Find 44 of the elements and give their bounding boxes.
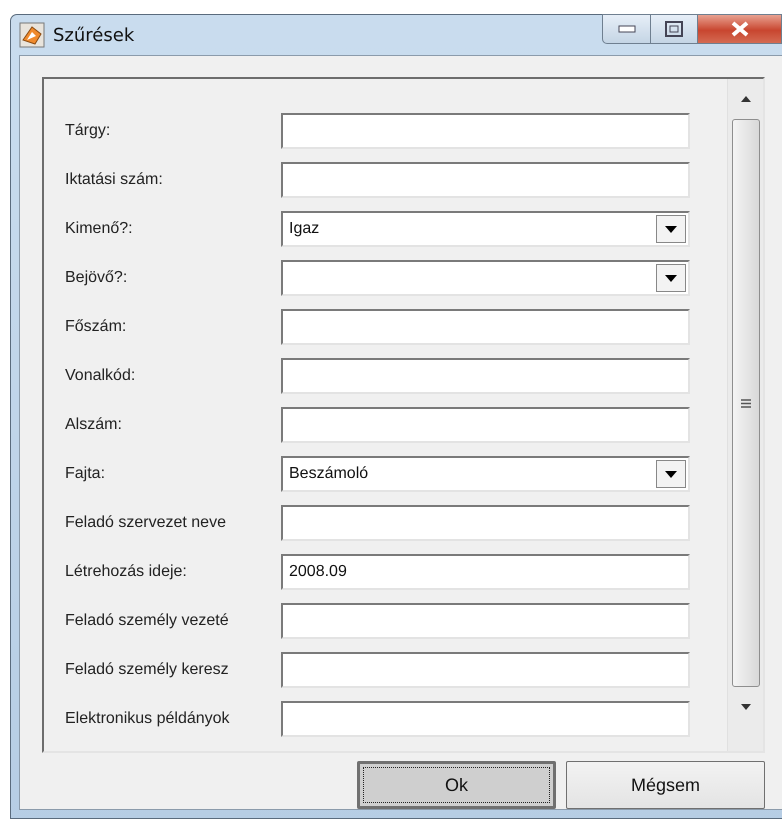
grip-icon: [740, 398, 750, 408]
input-field[interactable]: [281, 407, 690, 443]
scroll-up-icon: [740, 96, 750, 102]
field-label: Létrehozás ideje:: [65, 563, 188, 581]
input-field[interactable]: [281, 652, 690, 688]
scroll-thumb[interactable]: [732, 119, 760, 687]
input-field[interactable]: [281, 701, 690, 737]
field-label: Elektronikus példányok: [65, 710, 231, 728]
input-field[interactable]: 2008.09: [281, 554, 690, 590]
input-field[interactable]: [281, 113, 690, 149]
field-label: Feladó szervezet neve: [65, 514, 227, 532]
dropdown-arrow-icon: [665, 226, 677, 232]
field-label: Fajta:: [65, 465, 106, 483]
input-field[interactable]: [281, 162, 690, 198]
minimize-icon: [618, 25, 636, 33]
input-field[interactable]: [281, 603, 690, 639]
ok-button[interactable]: Ok: [357, 761, 556, 809]
field-label: Kimenő?:: [65, 220, 134, 238]
maximize-button[interactable]: [651, 14, 698, 44]
field-label: Feladó személy vezeté: [65, 612, 230, 630]
dropdown-field[interactable]: [281, 260, 690, 296]
close-icon: [730, 21, 750, 37]
input-field[interactable]: [281, 358, 690, 394]
dropdown-field[interactable]: Beszámoló: [281, 456, 690, 492]
maximize-icon: [665, 21, 683, 37]
field-label: Tárgy:: [65, 122, 112, 140]
input-field[interactable]: [281, 505, 690, 541]
minimize-button[interactable]: [602, 14, 651, 44]
input-field[interactable]: [281, 309, 690, 345]
scrollbar[interactable]: [727, 79, 763, 751]
dropdown-field[interactable]: Igaz: [281, 211, 690, 247]
scroll-down-icon: [740, 704, 750, 710]
dropdown-arrow-icon: [665, 274, 677, 282]
field-label: Feladó személy keresz: [65, 661, 230, 679]
window-title: Szűrések: [53, 24, 134, 46]
cancel-button[interactable]: Mégsem: [566, 761, 765, 809]
field-label: Iktatási szám:: [65, 171, 164, 189]
field-label: Vonalkód:: [65, 367, 136, 385]
field-label: Főszám:: [65, 318, 128, 336]
close-button[interactable]: [698, 14, 782, 44]
field-label: Alszám:: [65, 416, 123, 434]
dropdown-arrow-icon: [665, 470, 677, 478]
app-icon: [19, 22, 45, 48]
field-label: Bejövő?:: [65, 269, 128, 287]
